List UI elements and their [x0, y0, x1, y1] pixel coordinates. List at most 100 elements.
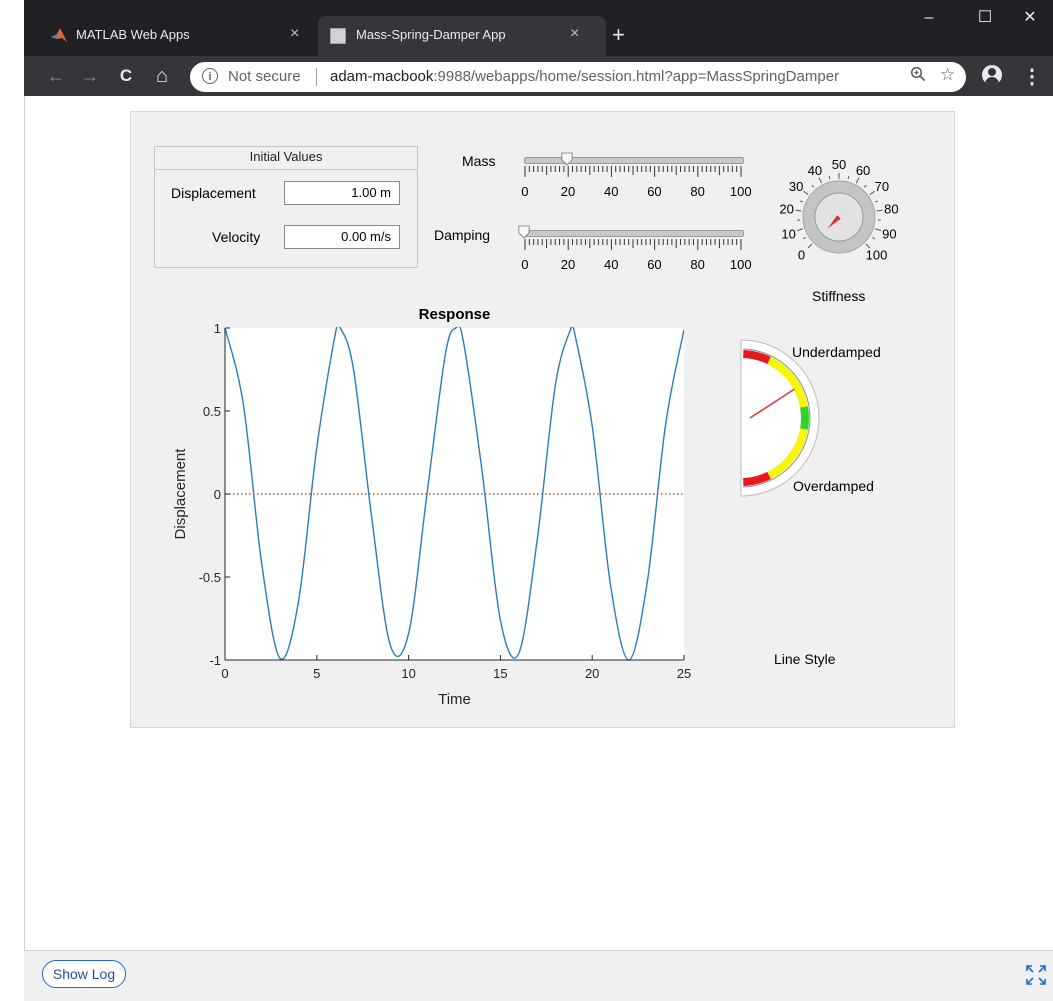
x-tick-label: 15 [493, 666, 507, 681]
mass-tick-labels: 020406080100 [0, 184, 1, 185]
knob-tick [829, 176, 830, 179]
stiffness-knob[interactable]: 0102030405060708090100 [770, 148, 920, 278]
mass-slider-thumb[interactable] [561, 152, 573, 166]
damping-slider-thumb[interactable] [518, 225, 530, 239]
maximize-button[interactable]: ☐ [962, 4, 1008, 32]
tick-label: 20 [561, 184, 575, 199]
knob-tick-label: 10 [781, 226, 795, 241]
tab-title: MATLAB Web Apps [76, 27, 190, 42]
mass-label: Mass [462, 153, 495, 169]
knob-tick [864, 185, 866, 187]
profile-icon[interactable] [982, 65, 1002, 85]
mass-slider-track[interactable] [524, 157, 744, 164]
knob-tick-label: 80 [884, 202, 898, 217]
new-tab-button[interactable]: + [612, 22, 625, 48]
y-tick-label: 0 [214, 487, 221, 502]
tick-label: 40 [604, 184, 618, 199]
velocity-field[interactable]: 0.00 m/s [284, 225, 400, 249]
y-tick-label: 1 [214, 321, 221, 336]
back-button[interactable]: ← [42, 62, 70, 90]
knob-tick [796, 210, 802, 211]
show-log-button[interactable]: Show Log [42, 960, 126, 988]
displacement-field[interactable]: 1.00 m [284, 181, 400, 205]
damping-tick-labels: 020406080100 [0, 257, 1, 258]
tab-title: Mass-Spring-Damper App [356, 27, 506, 42]
y-tick-label: -1 [209, 653, 221, 668]
gauge-band [804, 407, 805, 429]
tick-label: 80 [690, 257, 704, 272]
knob-tick [803, 237, 806, 239]
knob-tick-label: 30 [789, 179, 803, 194]
reload-button[interactable]: C [112, 62, 140, 90]
knob-tick-label: 90 [882, 226, 896, 241]
tab-matlab-web-apps[interactable]: MATLAB Web Apps × [40, 16, 312, 56]
tick-label: 100 [730, 184, 752, 199]
tick-label: 60 [647, 257, 661, 272]
tick-label: 20 [561, 257, 575, 272]
knob-tick [797, 229, 803, 231]
window-edge [0, 96, 25, 1000]
mass-slider-ticks [520, 166, 746, 180]
damping-slider-track[interactable] [524, 230, 744, 237]
knob-tick [803, 191, 808, 195]
omnibox-divider [316, 68, 317, 86]
tick-label: 100 [730, 257, 752, 272]
knob-tick [872, 237, 875, 239]
knob-tick [848, 176, 849, 179]
info-icon[interactable]: i [202, 68, 218, 84]
knob-tick [800, 201, 803, 202]
initial-values-title: Initial Values [155, 146, 417, 170]
x-tick-label: 10 [401, 666, 415, 681]
tab-mass-spring-damper[interactable]: Mass-Spring-Damper App × [318, 16, 606, 56]
y-tick-label: -0.5 [199, 570, 221, 585]
knob-tick-label: 100 [866, 247, 888, 262]
knob-tick-label: 70 [875, 179, 889, 194]
browser-menu-button[interactable]: ⋮ [1022, 64, 1042, 89]
security-status: Not secure [228, 68, 301, 85]
tick-label: 60 [647, 184, 661, 199]
damping-gauge [738, 338, 828, 498]
knob-tick-label: 0 [798, 247, 805, 262]
damping-label: Damping [434, 227, 490, 243]
bookmark-star-icon[interactable]: ☆ [940, 65, 955, 85]
tick-label: 0 [521, 184, 528, 199]
displacement-label: Displacement [171, 185, 256, 201]
address-bar[interactable]: i Not secure adam-macbook:9988/webapps/h… [190, 62, 966, 92]
home-button[interactable]: ⌂ [148, 62, 176, 90]
x-tick-label: 25 [677, 666, 691, 681]
zoom-icon[interactable] [910, 66, 926, 82]
status-bar [24, 950, 1053, 1001]
minimize-button[interactable]: – [906, 4, 952, 32]
knob-tick-label: 60 [856, 163, 870, 178]
knob-tick [819, 178, 822, 183]
tab-close-icon[interactable]: × [570, 25, 579, 43]
knob-tick [875, 201, 878, 202]
velocity-label: Velocity [212, 229, 260, 245]
close-window-button[interactable]: ✕ [1007, 4, 1053, 32]
url-text[interactable]: adam-macbook:9988/webapps/home/session.h… [330, 68, 839, 85]
knob-tick [877, 210, 883, 211]
x-tick-label: 5 [313, 666, 320, 681]
y-axis-label: Displacement [172, 448, 189, 540]
forward-button[interactable]: → [76, 62, 104, 90]
url-host: adam-macbook [330, 68, 433, 85]
knob-tick-label: 50 [832, 157, 846, 172]
page-favicon-icon [330, 28, 346, 44]
knob-tick [875, 229, 881, 231]
knob-tick [808, 244, 812, 248]
tick-label: 0 [521, 257, 528, 272]
knob-tick [812, 185, 814, 187]
x-axis-label: Time [438, 691, 471, 708]
underdamped-label: Underdamped [792, 344, 881, 360]
tab-close-icon[interactable]: × [290, 25, 299, 43]
y-tick-label: 0.5 [203, 404, 221, 419]
matlab-logo-icon [50, 26, 68, 44]
fullscreen-icon[interactable] [1024, 963, 1048, 987]
x-tick-label: 20 [585, 666, 599, 681]
tick-label: 40 [604, 257, 618, 272]
knob-tick [856, 178, 859, 183]
damping-slider-ticks [520, 239, 746, 253]
chart-title: Response [419, 306, 491, 323]
overdamped-label: Overdamped [793, 478, 874, 494]
knob-tick-label: 20 [779, 202, 793, 217]
